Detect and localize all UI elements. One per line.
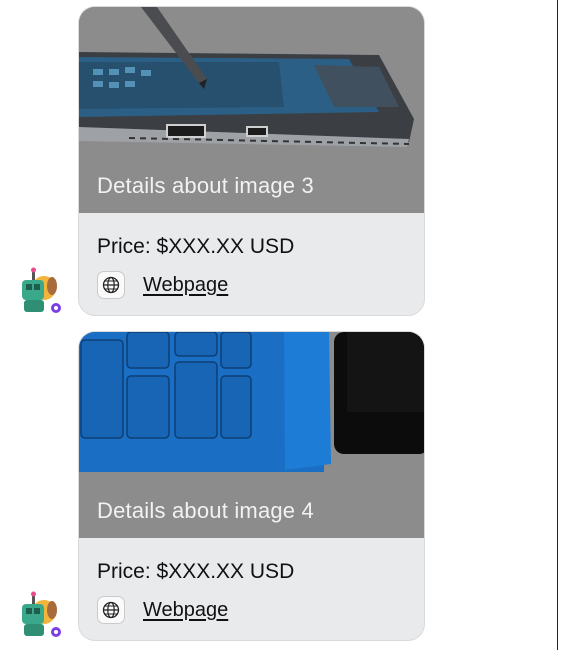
webpage-link-label[interactable]: Webpage [143, 599, 228, 622]
price-label: Price: $XXX.XX USD [97, 560, 295, 583]
image-caption: Details about image 3 [97, 173, 314, 198]
product-card[interactable]: Details about image 4 Price: $XXX.XX USD… [79, 332, 424, 640]
webpage-link[interactable]: Webpage [97, 270, 228, 300]
product-image[interactable]: Details about image 4 [79, 332, 424, 538]
image-caption: Details about image 4 [97, 498, 314, 523]
product-card[interactable]: Details about image 3 Price: $XXX.XX USD… [79, 7, 424, 315]
webpage-link-label[interactable]: Webpage [143, 274, 228, 297]
webpage-link[interactable]: Webpage [97, 595, 228, 625]
globe-icon [97, 271, 125, 299]
price-label: Price: $XXX.XX USD [97, 235, 295, 258]
bot-avatar[interactable] [16, 590, 64, 638]
card-details: Price: $XXX.XX USD Webpage [79, 538, 424, 640]
bot-avatar[interactable] [16, 266, 64, 314]
globe-icon [97, 596, 125, 624]
window-edge [557, 0, 558, 650]
card-details: Price: $XXX.XX USD Webpage [79, 213, 424, 315]
product-image[interactable]: Details about image 3 [79, 7, 424, 213]
